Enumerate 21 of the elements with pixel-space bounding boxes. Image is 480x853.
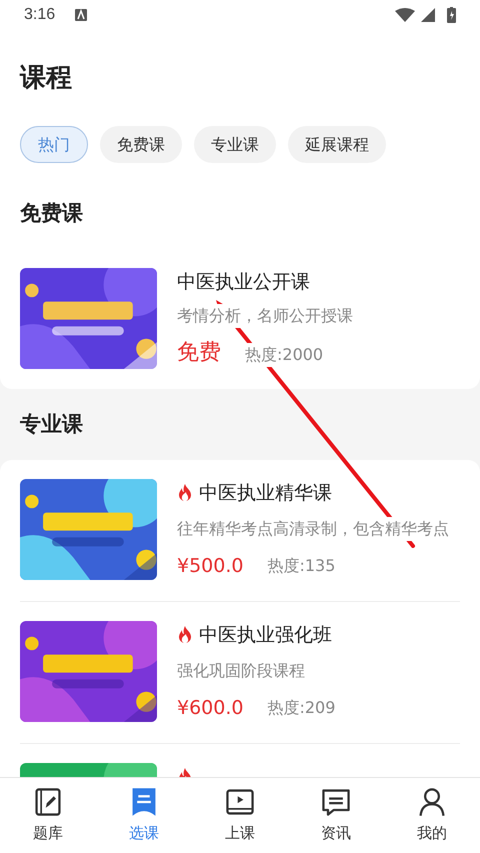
battery-icon (447, 7, 456, 23)
nav-tab[interactable]: 我的 (384, 778, 480, 853)
notification-icon (75, 9, 88, 21)
status-time: 3:16 (24, 5, 56, 25)
filter-tab[interactable]: 专业课 (194, 126, 276, 163)
nav-tab[interactable]: 上课 (192, 778, 288, 853)
filter-tab[interactable]: 延展课程 (288, 126, 386, 163)
filter-tab[interactable]: 免费课 (100, 126, 182, 163)
course-description: 考情分析，名师公开授课 (177, 304, 353, 328)
section-title: 专业课 (20, 411, 84, 438)
nav-tab[interactable]: 选课 (96, 778, 192, 853)
wifi-icon (395, 8, 415, 22)
nav-tab[interactable]: 资讯 (288, 778, 384, 853)
flame-icon (177, 484, 193, 502)
signal-icon (421, 8, 435, 22)
section-title: 免费课 (20, 200, 84, 227)
popularity-count: 热度:2000 (245, 343, 324, 367)
nav-tab[interactable]: 题库 (0, 778, 96, 853)
flame-icon (177, 626, 193, 644)
page-title: 课程 (20, 62, 73, 95)
course-description: 往年精华考点高清录制，包含精华考点 (177, 517, 449, 542)
